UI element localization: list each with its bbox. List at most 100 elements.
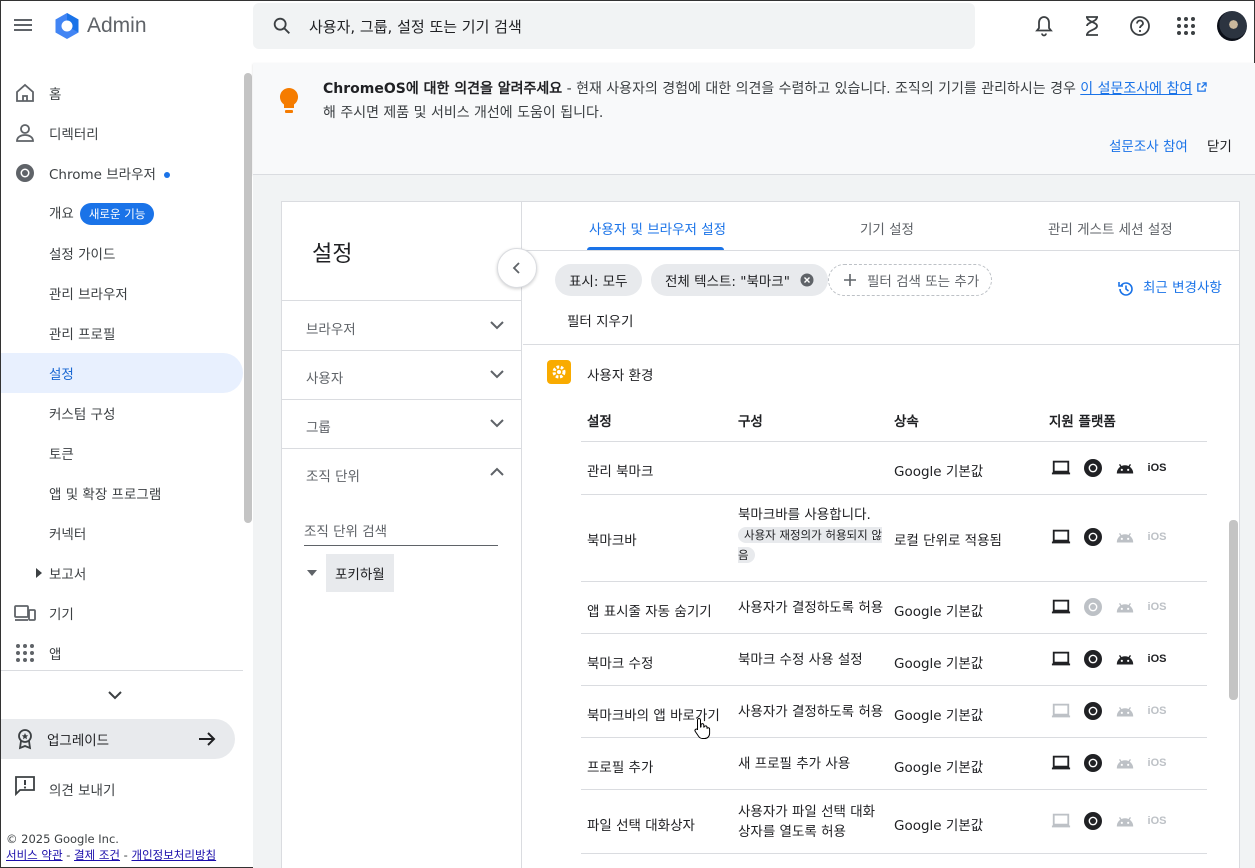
billing-link[interactable]: 결제 조건 [74, 848, 120, 862]
apps-grid-icon[interactable] [1173, 13, 1199, 39]
accordion-group[interactable]: 그룹 [282, 400, 522, 448]
remove-filter-icon[interactable] [800, 273, 814, 287]
add-filter-input[interactable]: 필터 검색 또는 추가 [828, 264, 992, 296]
android-icon [1115, 753, 1135, 773]
android-icon [1115, 701, 1135, 721]
chrome-icon [1083, 527, 1103, 547]
nav-item-tokens[interactable]: 토큰 [1, 433, 243, 473]
help-icon[interactable] [1127, 13, 1153, 39]
accordion-org-unit[interactable]: 조직 단위 [282, 449, 522, 497]
table-row[interactable]: 북마크바의 앱 바로가기 사용자가 결정하도록 허용 Google 기본값 iO… [581, 686, 1207, 738]
platform-icons: iOS [1051, 811, 1179, 831]
table-row[interactable]: 프로필 추가 새 프로필 추가 사용 Google 기본값 iOS [581, 738, 1207, 790]
survey-link[interactable]: 이 설문조사에 참여 [1080, 81, 1192, 97]
send-feedback-button[interactable]: 의견 보내기 [1, 769, 243, 805]
nav-item-devices[interactable]: 기기 [1, 593, 243, 633]
arrow-right-icon [199, 732, 216, 746]
upgrade-button[interactable]: 업그레이드 [1, 719, 235, 759]
chevron-down-icon [490, 321, 504, 330]
divider [282, 300, 522, 301]
nav-item-directory[interactable]: 디렉터리 [1, 113, 243, 153]
org-unit-search-input[interactable]: 조직 단위 검색 [304, 520, 498, 546]
account-avatar[interactable] [1217, 11, 1247, 41]
setting-config: 북마크바를 사용합니다. 사용자 재정의가 허용되지 않음 [738, 505, 886, 565]
person-icon [16, 124, 34, 142]
accordion-user[interactable]: 사용자 [282, 351, 522, 399]
setting-name: 북마크바의 앱 바로가기 [587, 708, 720, 724]
filter-chip-show-all[interactable]: 표시: 모두 [555, 264, 642, 296]
participate-survey-button[interactable]: 설문조사 참여 [1109, 135, 1188, 155]
nav-label-reports: 보고서 [49, 567, 87, 583]
search-input[interactable]: 사용자, 그룹, 설정 또는 기기 검색 [309, 16, 522, 37]
nav-item-managed-profiles[interactable]: 관리 프로필 [1, 313, 243, 353]
nav-item-settings[interactable]: 설정 [1, 353, 243, 393]
nav-item-apps-extensions[interactable]: 앱 및 확장 프로그램 [1, 473, 243, 513]
accordion-user-label: 사용자 [306, 371, 344, 387]
nav-item-reports[interactable]: 보고서 [1, 553, 243, 593]
nav-expand-chevron-icon[interactable] [105, 685, 125, 705]
ios-icon: iOS [1147, 705, 1167, 717]
nav-scrollbar[interactable] [244, 73, 252, 523]
chevron-up-icon [490, 467, 504, 476]
close-banner-button[interactable]: 닫기 [1207, 135, 1232, 155]
setting-inherit: 로컬 단위로 적용됨 [894, 533, 1002, 549]
laptop-icon [1051, 753, 1071, 773]
setting-config-text: 북마크바를 사용합니다. [738, 507, 871, 523]
setting-inherit: Google 기본값 [894, 604, 984, 620]
table-row[interactable]: 관리 북마크 Google 기본값 iOS [581, 442, 1207, 495]
top-bar: Admin 사용자, 그룹, 설정 또는 기기 검색 [1, 1, 1254, 53]
award-icon [18, 729, 32, 750]
expand-arrow-icon [36, 568, 42, 578]
nav-label-settings: 설정 [49, 367, 74, 383]
tab-user-browser-settings[interactable]: 사용자 및 브라우저 설정 [589, 218, 726, 238]
nav-item-connectors[interactable]: 커넥터 [1, 513, 243, 553]
nav-item-setup-guide[interactable]: 설정 가이드 [1, 233, 243, 273]
nav-label-directory: 디렉터리 [49, 127, 99, 143]
footer: © 2025 Google Inc. 서비스 약관 - 결제 조건 - 개인정보… [6, 831, 216, 863]
table-row[interactable]: 앱 표시줄 자동 숨기기 사용자가 결정하도록 허용 Google 기본값 iO… [581, 582, 1207, 634]
org-unit-node[interactable]: 포키하월 [326, 554, 394, 592]
nav-label-home: 홈 [49, 87, 62, 103]
table-row[interactable]: 파일 선택 대화상자 사용자가 파일 선택 대화상자를 열도록 허용 Googl… [581, 790, 1207, 854]
nav-item-customize[interactable]: 커스텀 구성 [1, 393, 243, 433]
content-scrollbar[interactable] [1229, 520, 1238, 700]
filter-chip-fulltext[interactable]: 전체 텍스트: "북마크" [651, 264, 828, 296]
nav-item-home[interactable]: 홈 [1, 73, 243, 113]
tab-device-settings[interactable]: 기기 설정 [860, 218, 914, 238]
gear-icon [547, 360, 571, 384]
nav-item-apps[interactable]: 앱 [1, 633, 243, 673]
recent-changes-button[interactable]: 최근 변경사항 [1117, 278, 1237, 298]
collapse-panel-button[interactable] [497, 248, 537, 288]
nav-item-chrome-browser[interactable]: Chrome 브라우저 [1, 153, 243, 193]
notifications-bell-icon[interactable] [1031, 13, 1057, 39]
nav-item-managed-browsers[interactable]: 관리 브라우저 [1, 273, 243, 313]
tree-collapse-arrow-icon[interactable] [306, 569, 318, 577]
banner-message: ChromeOS에 대한 의견을 알려주세요 - 현재 사용자의 경험에 대한 … [323, 77, 1243, 125]
privacy-link[interactable]: 개인정보처리방침 [131, 848, 216, 862]
table-row[interactable]: 북마크바 북마크바를 사용합니다. 사용자 재정의가 허용되지 않음 로컬 단위… [581, 495, 1207, 582]
main-menu-icon[interactable] [11, 13, 35, 37]
chrome-icon [1083, 701, 1103, 721]
clear-filters-button[interactable]: 필터 지우기 [567, 310, 633, 330]
ios-icon: iOS [1147, 531, 1167, 543]
tasks-hourglass-icon[interactable] [1079, 13, 1105, 39]
android-icon [1115, 811, 1135, 831]
chrome-icon [16, 164, 34, 182]
setting-name: 파일 선택 대화상자 [587, 818, 695, 834]
terms-link[interactable]: 서비스 약관 [6, 848, 63, 862]
table-row[interactable]: 북마크 수정 북마크 수정 사용 설정 Google 기본값 iOS [581, 634, 1207, 686]
copyright-text: © 2025 Google Inc. [6, 832, 119, 846]
org-tree: 포키하월 [306, 554, 394, 592]
search-bar[interactable]: 사용자, 그룹, 설정 또는 기기 검색 [253, 3, 975, 49]
accordion-browser[interactable]: 브라우저 [282, 302, 522, 350]
laptop-icon [1051, 597, 1071, 617]
nav-item-overview[interactable]: 개요 새로운 기능 [1, 193, 243, 233]
platform-icons: iOS [1051, 701, 1179, 721]
tab-guest-session-settings[interactable]: 관리 게스트 세션 설정 [1048, 218, 1173, 238]
laptop-icon [1051, 701, 1071, 721]
chrome-icon [1083, 597, 1103, 617]
setting-name: 관리 북마크 [587, 464, 654, 480]
admin-logo[interactable]: Admin [53, 11, 147, 41]
nav-label-chrome: Chrome 브라우저 [49, 163, 170, 183]
setting-inherit: Google 기본값 [894, 708, 984, 724]
